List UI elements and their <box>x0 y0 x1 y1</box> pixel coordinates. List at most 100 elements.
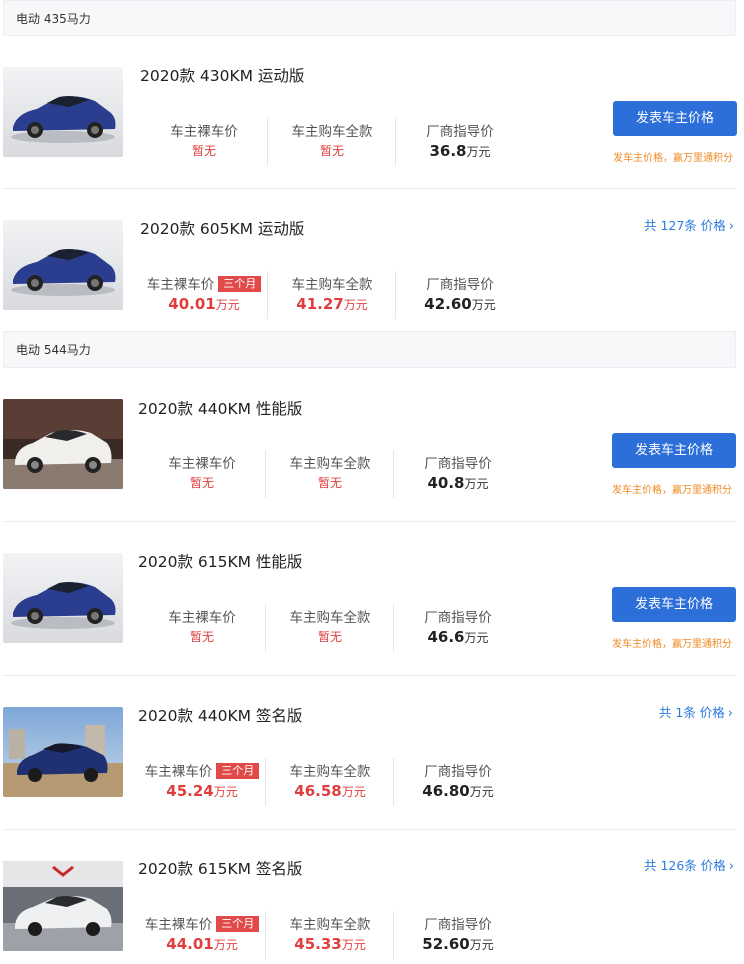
three-month-badge: 三个月 <box>216 763 260 779</box>
owner-full-price: 车主购车全款 45.33万元 <box>265 913 395 953</box>
guide-price: 厂商指导价 36.8万元 <box>395 120 525 160</box>
price-count-link[interactable]: 共 127条 价格 › <box>644 215 734 234</box>
owner-full-price: 车主购车全款 46.58万元 <box>265 760 395 800</box>
post-owner-price-button[interactable]: 发表车主价格 <box>612 433 736 468</box>
car-thumbnail[interactable] <box>3 707 123 797</box>
owner-full-unit: 万元 <box>341 785 366 799</box>
guide-value: 40.8 <box>427 474 465 492</box>
guide-value: 46.6 <box>427 628 465 646</box>
group-header-label: 电动 435马力 <box>16 12 91 26</box>
car-thumbnail[interactable] <box>3 220 123 310</box>
car-title[interactable]: 2020款 430KM 运动版 <box>140 64 304 86</box>
owner-bare-price: 车主裸车价 暂无 <box>139 120 269 159</box>
guide-price: 厂商指导价 46.6万元 <box>393 606 523 646</box>
owner-full-label: 车主购车全款 <box>289 917 371 933</box>
owner-full-value: 暂无 <box>319 144 344 158</box>
guide-value: 42.60 <box>424 295 472 313</box>
group-header-label: 电动 544马力 <box>16 343 91 357</box>
guide-label: 厂商指导价 <box>424 764 492 780</box>
price-count-link[interactable]: 共 1条 价格 › <box>659 702 733 721</box>
guide-unit: 万元 <box>464 477 489 491</box>
car-thumbnail[interactable] <box>3 861 123 951</box>
owner-full-value: 41.27 <box>296 295 344 313</box>
guide-unit: 万元 <box>469 938 494 952</box>
car-row: 2020款 615KM 性能版 车主裸车价 暂无 车主购车全款 暂无 厂商指导价… <box>0 522 744 676</box>
car-title[interactable]: 2020款 605KM 运动版 <box>140 217 304 239</box>
owner-full-price: 车主购车全款 暂无 <box>265 452 395 491</box>
owner-full-label: 车主购车全款 <box>289 764 371 780</box>
owner-full-label: 车主购车全款 <box>291 124 373 140</box>
guide-label: 厂商指导价 <box>426 277 494 293</box>
post-price-note: 发车主价格，赢万里通积分 <box>612 485 732 496</box>
owner-full-price: 车主购车全款 暂无 <box>267 120 397 159</box>
car-thumbnail[interactable] <box>3 67 123 157</box>
car-thumbnail[interactable] <box>3 399 123 489</box>
chevron-right-icon[interactable]: › <box>729 859 734 874</box>
price-count-label[interactable]: 共 1条 价格 <box>659 705 725 720</box>
guide-value: 46.80 <box>422 782 470 800</box>
post-owner-price-button[interactable]: 发表车主价格 <box>613 101 737 136</box>
owner-bare-value: 暂无 <box>189 476 214 490</box>
owner-bare-label: 车主裸车价 <box>168 456 236 472</box>
guide-value: 36.8 <box>429 142 467 160</box>
price-count-label[interactable]: 共 126条 价格 <box>644 858 726 873</box>
chevron-right-icon[interactable]: › <box>729 219 734 234</box>
owner-full-price: 车主购车全款 41.27万元 <box>267 273 397 313</box>
car-row: 2020款 440KM 签名版 共 1条 价格 › 车主裸车价 三个月 45.24万… <box>0 676 744 830</box>
guide-label: 厂商指导价 <box>424 917 492 933</box>
guide-unit: 万元 <box>471 298 496 312</box>
guide-label: 厂商指导价 <box>424 610 492 626</box>
guide-price: 厂商指导价 52.60万元 <box>393 913 523 953</box>
owner-bare-label: 车主裸车价 <box>146 277 215 293</box>
chevron-right-icon[interactable]: › <box>728 706 733 721</box>
owner-bare-price: 车主裸车价 三个月 40.01万元 <box>139 273 269 313</box>
owner-full-price: 车主购车全款 暂无 <box>265 606 395 645</box>
guide-label: 厂商指导价 <box>426 124 494 140</box>
post-price-note: 发车主价格，赢万里通积分 <box>613 153 733 164</box>
guide-price: 厂商指导价 40.8万元 <box>393 452 523 492</box>
owner-bare-price: 车主裸车价 暂无 <box>137 452 267 491</box>
car-title[interactable]: 2020款 440KM 签名版 <box>138 704 302 726</box>
post-price-note: 发车主价格，赢万里通积分 <box>612 639 732 650</box>
owner-bare-label: 车主裸车价 <box>168 610 236 626</box>
owner-bare-value: 44.01 <box>166 935 214 953</box>
owner-full-unit: 万元 <box>343 298 368 312</box>
owner-full-label: 车主购车全款 <box>291 277 373 293</box>
owner-full-label: 车主购车全款 <box>289 456 371 472</box>
owner-bare-unit: 万元 <box>213 938 238 952</box>
guide-unit: 万元 <box>466 145 491 159</box>
group-header: 电动 435马力 <box>3 0 736 36</box>
price-count-label[interactable]: 共 127条 价格 <box>644 218 726 233</box>
owner-bare-unit: 万元 <box>213 785 238 799</box>
car-row: 2020款 430KM 运动版 车主裸车价 暂无 车主购车全款 暂无 厂商指导价… <box>0 36 744 189</box>
guide-unit: 万元 <box>464 631 489 645</box>
guide-unit: 万元 <box>469 785 494 799</box>
car-title[interactable]: 2020款 615KM 签名版 <box>138 857 302 879</box>
owner-full-value: 46.58 <box>294 782 342 800</box>
owner-bare-label: 车主裸车价 <box>170 124 238 140</box>
post-owner-price-button[interactable]: 发表车主价格 <box>612 587 736 622</box>
owner-bare-price: 车主裸车价 暂无 <box>137 606 267 645</box>
guide-price: 厂商指导价 46.80万元 <box>393 760 523 800</box>
owner-bare-price: 车主裸车价 三个月 45.24万元 <box>137 760 267 800</box>
car-row: 2020款 440KM 性能版 车主裸车价 暂无 车主购车全款 暂无 厂商指导价… <box>0 368 744 522</box>
owner-bare-value: 暂无 <box>189 630 214 644</box>
owner-full-value: 45.33 <box>294 935 342 953</box>
owner-full-value: 暂无 <box>317 630 342 644</box>
price-count-link[interactable]: 共 126条 价格 › <box>644 855 734 874</box>
guide-value: 52.60 <box>422 935 470 953</box>
group-header: 电动 544马力 <box>3 331 736 368</box>
car-title[interactable]: 2020款 440KM 性能版 <box>138 397 302 419</box>
car-title[interactable]: 2020款 615KM 性能版 <box>138 550 302 572</box>
owner-full-label: 车主购车全款 <box>289 610 371 626</box>
owner-full-value: 暂无 <box>317 476 342 490</box>
owner-bare-label: 车主裸车价 <box>144 764 213 780</box>
guide-price: 厂商指导价 42.60万元 <box>395 273 525 313</box>
three-month-badge: 三个月 <box>216 916 260 932</box>
owner-bare-value: 40.01 <box>168 295 216 313</box>
owner-bare-unit: 万元 <box>215 298 240 312</box>
owner-bare-value: 45.24 <box>166 782 214 800</box>
car-thumbnail[interactable] <box>3 553 123 643</box>
owner-bare-label: 车主裸车价 <box>144 917 213 933</box>
car-row: 2020款 615KM 签名版 共 126条 价格 › 车主裸车价 三个月 44.0… <box>0 830 744 964</box>
